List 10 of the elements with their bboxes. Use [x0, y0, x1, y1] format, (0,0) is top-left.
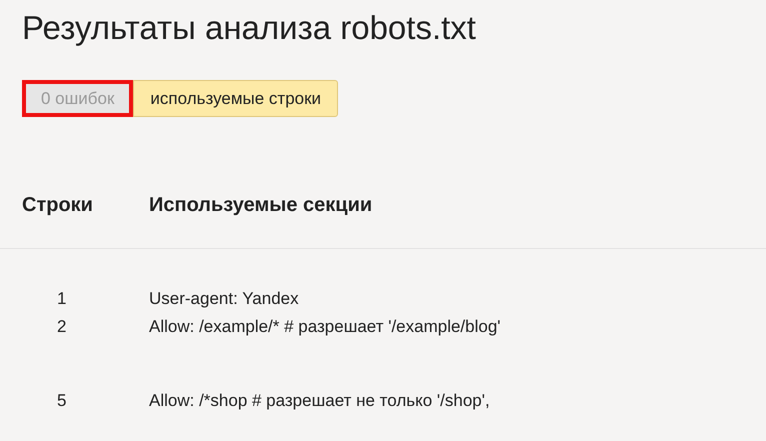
page-title: Результаты анализа robots.txt: [22, 8, 476, 48]
line-number: 5: [56, 390, 68, 412]
column-header: Используемые секции: [149, 193, 372, 218]
directive-text: User-agent: Yandex: [149, 288, 299, 310]
directive-text: Allow: /*shop # разрешает не только '/shop',: [149, 390, 490, 412]
directive-text: Allow: /example/* # разрешает '/example/blog': [149, 316, 501, 338]
column-header: Строки: [22, 193, 94, 218]
filter-button[interactable]: используемые строки: [133, 80, 338, 117]
line-number: 2: [56, 316, 68, 338]
line-number: 1: [56, 288, 68, 310]
